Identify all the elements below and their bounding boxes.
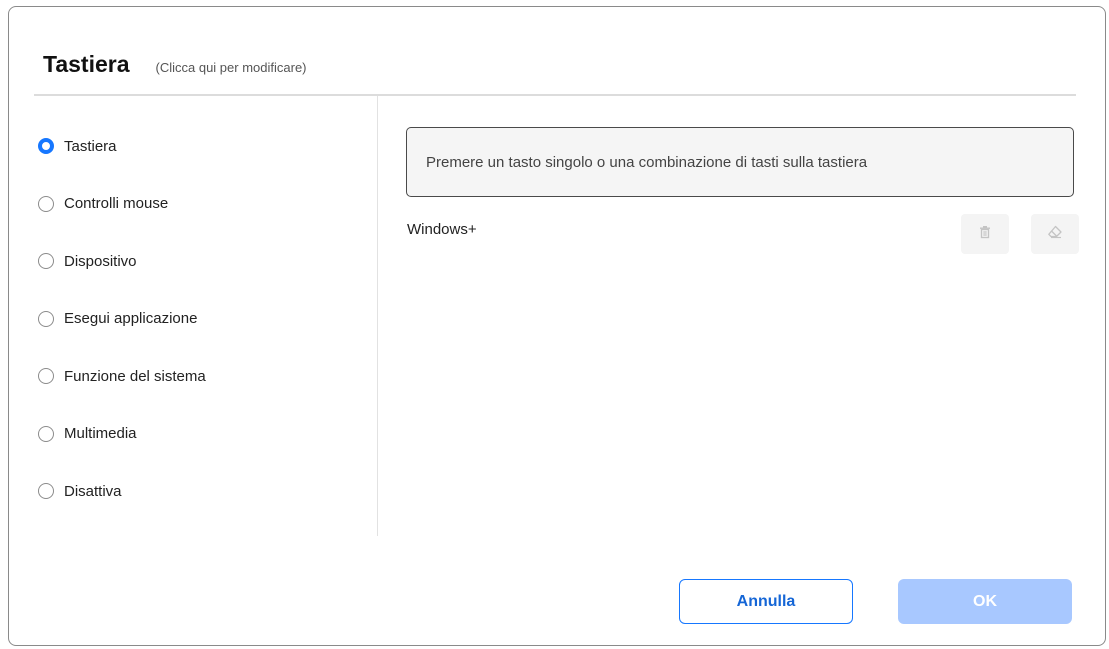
key-capture-input[interactable]: Premere un tasto singolo o una combinazi…	[406, 127, 1074, 197]
cancel-button[interactable]: Annulla	[679, 579, 853, 624]
option-label: Controlli mouse	[64, 195, 169, 212]
trash-icon	[978, 225, 992, 244]
option-multimedia[interactable]: Multimedia	[38, 420, 206, 448]
radio-button[interactable]	[38, 195, 54, 212]
option-label: Multimedia	[64, 425, 137, 442]
radio-button[interactable]	[38, 483, 54, 499]
option-label: Disattiva	[64, 482, 122, 500]
option-tastiera[interactable]: Tastiera	[38, 132, 206, 160]
vertical-divider	[377, 96, 378, 536]
option-dispositivo[interactable]: Dispositivo	[38, 247, 206, 275]
option-label: Tastiera	[64, 137, 117, 155]
option-esegui-applicazione[interactable]: Esegui applicazione	[38, 305, 206, 333]
radio-button[interactable]	[38, 138, 54, 154]
option-controlli-mouse[interactable]: Controlli mouse	[38, 190, 206, 218]
key-input-placeholder: Premere un tasto singolo o una combinazi…	[426, 153, 868, 171]
delete-button[interactable]	[961, 214, 1009, 254]
option-label: Funzione del sistema	[64, 367, 206, 385]
dialog-title: Tastiera	[43, 51, 130, 77]
option-label: Dispositivo	[64, 252, 137, 270]
dialog-header: Tastiera (Clicca qui per modificare)	[43, 51, 307, 78]
edit-hint[interactable]: (Clicca qui per modificare)	[156, 60, 307, 75]
eraser-icon	[1047, 225, 1063, 244]
radio-button[interactable]	[38, 425, 54, 442]
header-divider	[34, 94, 1076, 96]
option-funzione-del-sistema[interactable]: Funzione del sistema	[38, 362, 206, 390]
option-disattiva[interactable]: Disattiva	[38, 477, 206, 505]
radio-button[interactable]	[38, 310, 54, 327]
radio-button[interactable]	[38, 368, 54, 384]
radio-button[interactable]	[38, 253, 54, 269]
captured-key-value: Windows+	[407, 221, 477, 238]
clear-button[interactable]	[1031, 214, 1079, 254]
ok-button[interactable]: OK	[898, 579, 1072, 624]
option-label: Esegui applicazione	[64, 310, 198, 327]
function-options: Tastiera Controlli mouse Dispositivo Ese…	[38, 132, 206, 535]
